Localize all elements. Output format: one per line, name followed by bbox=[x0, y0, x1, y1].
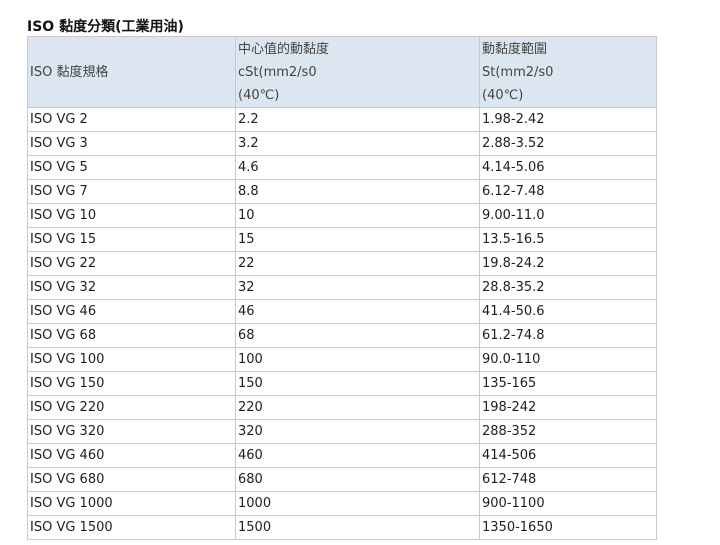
mid-viscosity-cell: 2.2 bbox=[235, 107, 480, 132]
viscosity-range-cell: 41.4-50.6 bbox=[479, 299, 657, 324]
header-viscosity-range-line-2: St(mm2/s0 bbox=[482, 64, 554, 80]
viscosity-range-cell: 135-165 bbox=[479, 371, 657, 396]
table-body: ISO VG 2 2.2 1.98-2.42 ISO VG 3 3.2 2.88-3.52… bbox=[27, 107, 657, 540]
table-row: ISO VG 1500 1500 1350-1650 bbox=[27, 515, 657, 540]
iso-grade-cell: ISO VG 2 bbox=[27, 107, 236, 132]
iso-grade-cell: ISO VG 150 bbox=[27, 371, 236, 396]
iso-grade-cell: ISO VG 22 bbox=[27, 251, 236, 276]
header-viscosity-range-line-1: 動黏度範圍 bbox=[482, 41, 548, 57]
viscosity-range-cell: 6.12-7.48 bbox=[479, 179, 657, 204]
mid-viscosity-cell: 8.8 bbox=[235, 179, 480, 204]
table-row: ISO VG 680 680 612-748 bbox=[27, 467, 657, 492]
table-row: ISO VG 15 15 13.5-16.5 bbox=[27, 227, 657, 252]
mid-viscosity-cell: 15 bbox=[235, 227, 480, 252]
iso-grade-cell: ISO VG 1000 bbox=[27, 491, 236, 516]
viscosity-range-cell: 19.8-24.2 bbox=[479, 251, 657, 276]
table-row: ISO VG 32 32 28.8-35.2 bbox=[27, 275, 657, 300]
mid-viscosity-cell: 4.6 bbox=[235, 155, 480, 180]
table-row: ISO VG 22 22 19.8-24.2 bbox=[27, 251, 657, 276]
iso-grade-cell: ISO VG 320 bbox=[27, 419, 236, 444]
viscosity-range-cell: 198-242 bbox=[479, 395, 657, 420]
viscosity-range-cell: 90.0-110 bbox=[479, 347, 657, 372]
header-viscosity-range: 動黏度範圍 St(mm2/s0 (40℃) bbox=[479, 36, 657, 108]
page-title: ISO 黏度分類(工業用油) bbox=[27, 19, 184, 35]
header-mid-viscosity-line-3: (40℃) bbox=[238, 87, 280, 103]
viscosity-table: ISO 黏度規格 中心值的動黏度 cSt(mm2/s0 (40℃) 動黏度範圍 … bbox=[27, 36, 657, 540]
table-row: ISO VG 68 68 61.2-74.8 bbox=[27, 323, 657, 348]
mid-viscosity-cell: 220 bbox=[235, 395, 480, 420]
table-row: ISO VG 460 460 414-506 bbox=[27, 443, 657, 468]
iso-grade-cell: ISO VG 15 bbox=[27, 227, 236, 252]
header-mid-viscosity-line-2: cSt(mm2/s0 bbox=[238, 64, 317, 80]
mid-viscosity-cell: 68 bbox=[235, 323, 480, 348]
header-iso-grade-label: ISO 黏度規格 bbox=[30, 64, 109, 80]
mid-viscosity-cell: 100 bbox=[235, 347, 480, 372]
viscosity-range-cell: 900-1100 bbox=[479, 491, 657, 516]
header-viscosity-range-line-3: (40℃) bbox=[482, 87, 524, 103]
table-row: ISO VG 1000 1000 900-1100 bbox=[27, 491, 657, 516]
viscosity-range-cell: 4.14-5.06 bbox=[479, 155, 657, 180]
iso-grade-cell: ISO VG 5 bbox=[27, 155, 236, 180]
iso-grade-cell: ISO VG 460 bbox=[27, 443, 236, 468]
table-row: ISO VG 220 220 198-242 bbox=[27, 395, 657, 420]
iso-grade-cell: ISO VG 10 bbox=[27, 203, 236, 228]
viscosity-range-cell: 1.98-2.42 bbox=[479, 107, 657, 132]
viscosity-range-cell: 414-506 bbox=[479, 443, 657, 468]
viscosity-range-cell: 288-352 bbox=[479, 419, 657, 444]
mid-viscosity-cell: 320 bbox=[235, 419, 480, 444]
mid-viscosity-cell: 150 bbox=[235, 371, 480, 396]
mid-viscosity-cell: 1000 bbox=[235, 491, 480, 516]
mid-viscosity-cell: 46 bbox=[235, 299, 480, 324]
table-row: ISO VG 150 150 135-165 bbox=[27, 371, 657, 396]
mid-viscosity-cell: 10 bbox=[235, 203, 480, 228]
table-row: ISO VG 100 100 90.0-110 bbox=[27, 347, 657, 372]
mid-viscosity-cell: 460 bbox=[235, 443, 480, 468]
header-row: ISO 黏度規格 中心值的動黏度 cSt(mm2/s0 (40℃) 動黏度範圍 … bbox=[27, 36, 657, 108]
viscosity-range-cell: 2.88-3.52 bbox=[479, 131, 657, 156]
table-row: ISO VG 2 2.2 1.98-2.42 bbox=[27, 107, 657, 132]
header-iso-grade: ISO 黏度規格 bbox=[27, 36, 236, 108]
mid-viscosity-cell: 3.2 bbox=[235, 131, 480, 156]
table-row: ISO VG 3 3.2 2.88-3.52 bbox=[27, 131, 657, 156]
mid-viscosity-cell: 1500 bbox=[235, 515, 480, 540]
viscosity-range-cell: 1350-1650 bbox=[479, 515, 657, 540]
iso-grade-cell: ISO VG 100 bbox=[27, 347, 236, 372]
table-row: ISO VG 7 8.8 6.12-7.48 bbox=[27, 179, 657, 204]
iso-grade-cell: ISO VG 7 bbox=[27, 179, 236, 204]
iso-grade-cell: ISO VG 680 bbox=[27, 467, 236, 492]
iso-grade-cell: ISO VG 1500 bbox=[27, 515, 236, 540]
viscosity-range-cell: 9.00-11.0 bbox=[479, 203, 657, 228]
viscosity-range-cell: 61.2-74.8 bbox=[479, 323, 657, 348]
iso-grade-cell: ISO VG 46 bbox=[27, 299, 236, 324]
table-row: ISO VG 10 10 9.00-11.0 bbox=[27, 203, 657, 228]
iso-grade-cell: ISO VG 32 bbox=[27, 275, 236, 300]
viscosity-range-cell: 28.8-35.2 bbox=[479, 275, 657, 300]
viscosity-range-cell: 13.5-16.5 bbox=[479, 227, 657, 252]
iso-grade-cell: ISO VG 68 bbox=[27, 323, 236, 348]
header-mid-viscosity: 中心值的動黏度 cSt(mm2/s0 (40℃) bbox=[235, 36, 480, 108]
iso-grade-cell: ISO VG 220 bbox=[27, 395, 236, 420]
viscosity-range-cell: 612-748 bbox=[479, 467, 657, 492]
mid-viscosity-cell: 32 bbox=[235, 275, 480, 300]
table-header: ISO 黏度規格 中心值的動黏度 cSt(mm2/s0 (40℃) 動黏度範圍 … bbox=[27, 36, 657, 108]
header-mid-viscosity-line-1: 中心值的動黏度 bbox=[238, 41, 330, 57]
table-row: ISO VG 5 4.6 4.14-5.06 bbox=[27, 155, 657, 180]
table-row: ISO VG 320 320 288-352 bbox=[27, 419, 657, 444]
mid-viscosity-cell: 680 bbox=[235, 467, 480, 492]
iso-grade-cell: ISO VG 3 bbox=[27, 131, 236, 156]
table-row: ISO VG 46 46 41.4-50.6 bbox=[27, 299, 657, 324]
mid-viscosity-cell: 22 bbox=[235, 251, 480, 276]
